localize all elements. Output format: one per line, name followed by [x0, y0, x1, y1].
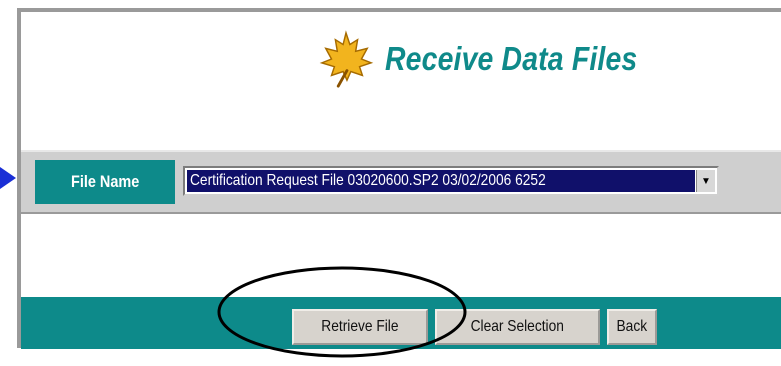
- maple-leaf-icon: [319, 30, 374, 88]
- back-button-label: Back: [616, 318, 648, 335]
- chevron-down-icon[interactable]: ▼: [696, 170, 715, 192]
- retrieve-file-button-label: Retrieve File: [321, 318, 399, 335]
- receive-data-files-panel: Receive Data Files File Name Certificati…: [17, 8, 781, 349]
- file-name-selected-value: Certification Request File 03020600.SP2 …: [187, 170, 695, 192]
- file-name-row: File Name Certification Request File 030…: [21, 150, 781, 214]
- file-name-selected-text: Certification Request File 03020600.SP2 …: [190, 172, 546, 189]
- action-button-bar: Retrieve File Clear Selection Back: [21, 297, 781, 349]
- file-name-select[interactable]: Certification Request File 03020600.SP2 …: [183, 166, 719, 196]
- clear-selection-button-label: Clear Selection: [470, 318, 565, 335]
- clear-selection-button[interactable]: Clear Selection: [435, 309, 600, 345]
- retrieve-file-button[interactable]: Retrieve File: [292, 309, 428, 345]
- back-button[interactable]: Back: [607, 309, 657, 345]
- page-title: Receive Data Files: [385, 40, 638, 77]
- file-name-label-text: File Name: [70, 172, 140, 191]
- page-header: Receive Data Files: [317, 28, 678, 90]
- pointer-arrow-icon: [0, 167, 16, 189]
- file-name-label: File Name: [35, 160, 175, 204]
